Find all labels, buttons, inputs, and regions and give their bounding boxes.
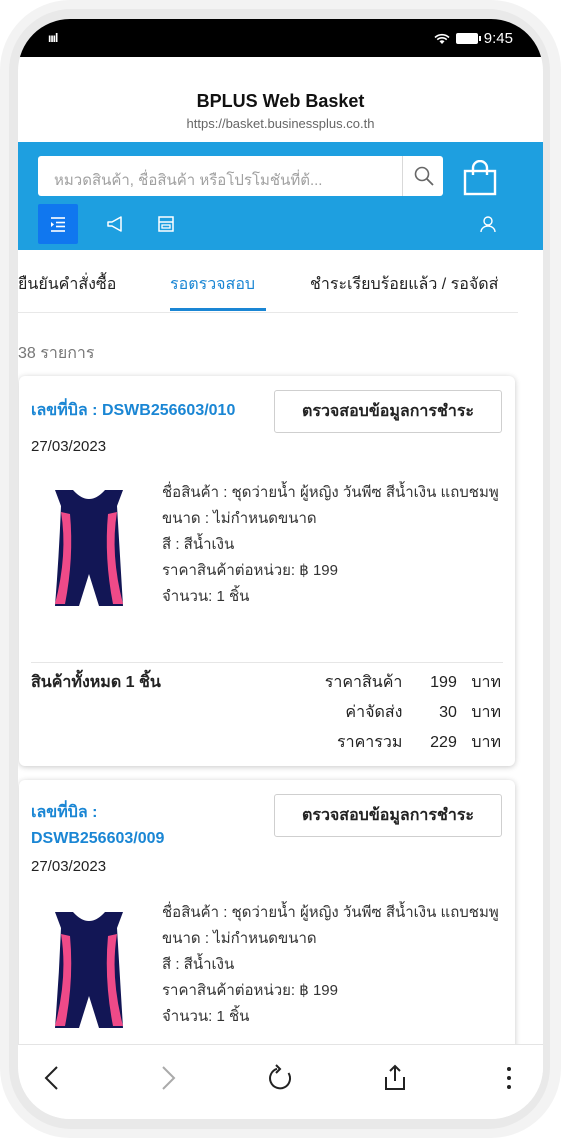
product-thumbnail xyxy=(55,912,123,1028)
bill-number[interactable]: เลขที่บิล : DSWB256603/010 xyxy=(31,398,235,423)
signal-icon: ıııl xyxy=(48,31,58,45)
shipping-row: ค่าจัดส่ง 30 บาท xyxy=(345,700,501,725)
result-count: 38 รายการ xyxy=(18,345,95,362)
product-name: ชื่อสินค้า : ชุดว่ายน้ำ ผู้หญิง วันพีซ ส… xyxy=(162,484,499,501)
browser-toolbar xyxy=(18,1044,543,1119)
price-unit: บาท xyxy=(471,674,501,691)
sum-unit: บาท xyxy=(471,734,501,751)
order-card: เลขที่บิล : DSWB256603/010 ตรวจสอบข้อมูล… xyxy=(19,376,515,766)
product-unit-price: ราคาสินค้าต่อหน่วย: ฿ 199 xyxy=(162,982,338,999)
search-box[interactable]: หมวดสินค้า, ชื่อสินค้า หรือโปรโมชันที่ต้… xyxy=(38,156,443,196)
check-payment-button[interactable]: ตรวจสอบข้อมูลการชำระ xyxy=(274,390,502,433)
share-icon[interactable] xyxy=(380,1063,410,1093)
product-color: สี : สีน้ำเงิน xyxy=(162,536,235,553)
promotion-button[interactable] xyxy=(95,204,135,244)
check-payment-button[interactable]: ตรวจสอบข้อมูลการชำระ xyxy=(274,794,502,837)
product-color: สี : สีน้ำเงิน xyxy=(162,956,235,973)
reload-icon[interactable] xyxy=(266,1063,296,1093)
product-info: ชื่อสินค้า : ชุดว่ายน้ำ ผู้หญิง วันพีซ ส… xyxy=(162,900,502,1030)
phone-screen: ıııl 9:45 BPLUS Web Basket https://baske… xyxy=(18,19,543,1119)
product-unit-price: ราคาสินค้าต่อหน่วย: ฿ 199 xyxy=(162,562,338,579)
shopping-bag-icon[interactable] xyxy=(462,160,498,196)
bill-number[interactable]: DSWB256603/009 xyxy=(31,830,164,848)
address-bar[interactable]: BPLUS Web Basket https://basket.business… xyxy=(18,57,543,142)
product-quantity: จำนวน: 1 ชิ้น xyxy=(162,588,250,605)
status-right: 9:45 xyxy=(434,30,513,47)
site-header: หมวดสินค้า, ชื่อสินค้า หรือโปรโมชันที่ต้… xyxy=(18,142,543,250)
megaphone-icon xyxy=(107,216,122,232)
sum-value: 229 xyxy=(430,734,457,751)
sum-label: ราคารวม xyxy=(337,734,403,751)
store-icon xyxy=(158,216,174,232)
tab-confirm-order[interactable]: ยืนยันคำสั่งซื้อ xyxy=(18,272,116,297)
product-info: ชื่อสินค้า : ชุดว่ายน้ำ ผู้หญิง วันพีซ ส… xyxy=(162,480,502,610)
order-date: 27/03/2023 xyxy=(31,438,107,455)
user-button[interactable] xyxy=(468,204,508,244)
battery-icon xyxy=(455,33,481,44)
status-bar: ıııl 9:45 xyxy=(18,19,543,57)
list-icon xyxy=(51,217,65,232)
bill-number-label[interactable]: เลขที่บิล : xyxy=(31,800,98,825)
menu-list-button[interactable] xyxy=(38,204,78,244)
forward-icon[interactable] xyxy=(152,1063,182,1093)
product-name: ชื่อสินค้า : ชุดว่ายน้ำ ผู้หญิง วันพีซ ส… xyxy=(162,904,499,921)
price-row: ราคาสินค้า 199 บาท xyxy=(325,670,501,695)
sum-row: ราคารวม 229 บาท xyxy=(337,730,501,755)
price-value: 199 xyxy=(430,674,457,691)
status-time: 9:45 xyxy=(483,30,513,47)
shipping-label: ค่าจัดส่ง xyxy=(345,704,403,721)
page-url: https://basket.businessplus.co.th xyxy=(186,116,375,131)
wifi-icon xyxy=(434,33,450,44)
back-icon[interactable] xyxy=(38,1063,68,1093)
tab-paid-awaiting-delivery[interactable]: ชำระเรียบร้อยแล้ว / รอจัดส่ xyxy=(310,272,498,297)
search-input[interactable]: หมวดสินค้า, ชื่อสินค้า หรือโปรโมชันที่ต้… xyxy=(54,168,322,192)
order-status-tabs: ยืนยันคำสั่งซื้อ รอตรวจสอบ ชำระเรียบร้อย… xyxy=(18,250,518,313)
page-title: BPLUS Web Basket xyxy=(196,91,365,111)
order-card: เลขที่บิล : DSWB256603/009 ตรวจสอบข้อมูล… xyxy=(19,780,515,1080)
active-tab-indicator xyxy=(170,308,266,311)
product-thumbnail xyxy=(55,490,123,606)
shipping-value: 30 xyxy=(439,704,457,721)
divider xyxy=(31,662,503,663)
store-button[interactable] xyxy=(146,204,186,244)
product-size: ขนาด : ไม่กำหนดขนาด xyxy=(162,930,317,947)
product-size: ขนาด : ไม่กำหนดขนาด xyxy=(162,510,317,527)
search-icon xyxy=(414,166,434,186)
search-button[interactable] xyxy=(402,156,443,196)
order-date: 27/03/2023 xyxy=(31,858,107,875)
tab-pending-review[interactable]: รอตรวจสอบ xyxy=(170,272,255,297)
user-icon xyxy=(480,216,496,233)
product-quantity: จำนวน: 1 ชิ้น xyxy=(162,1008,250,1025)
more-icon[interactable] xyxy=(494,1063,524,1093)
total-items: สินค้าทั้งหมด 1 ชิ้น xyxy=(31,674,161,691)
shipping-unit: บาท xyxy=(471,704,501,721)
price-label: ราคาสินค้า xyxy=(324,674,403,691)
